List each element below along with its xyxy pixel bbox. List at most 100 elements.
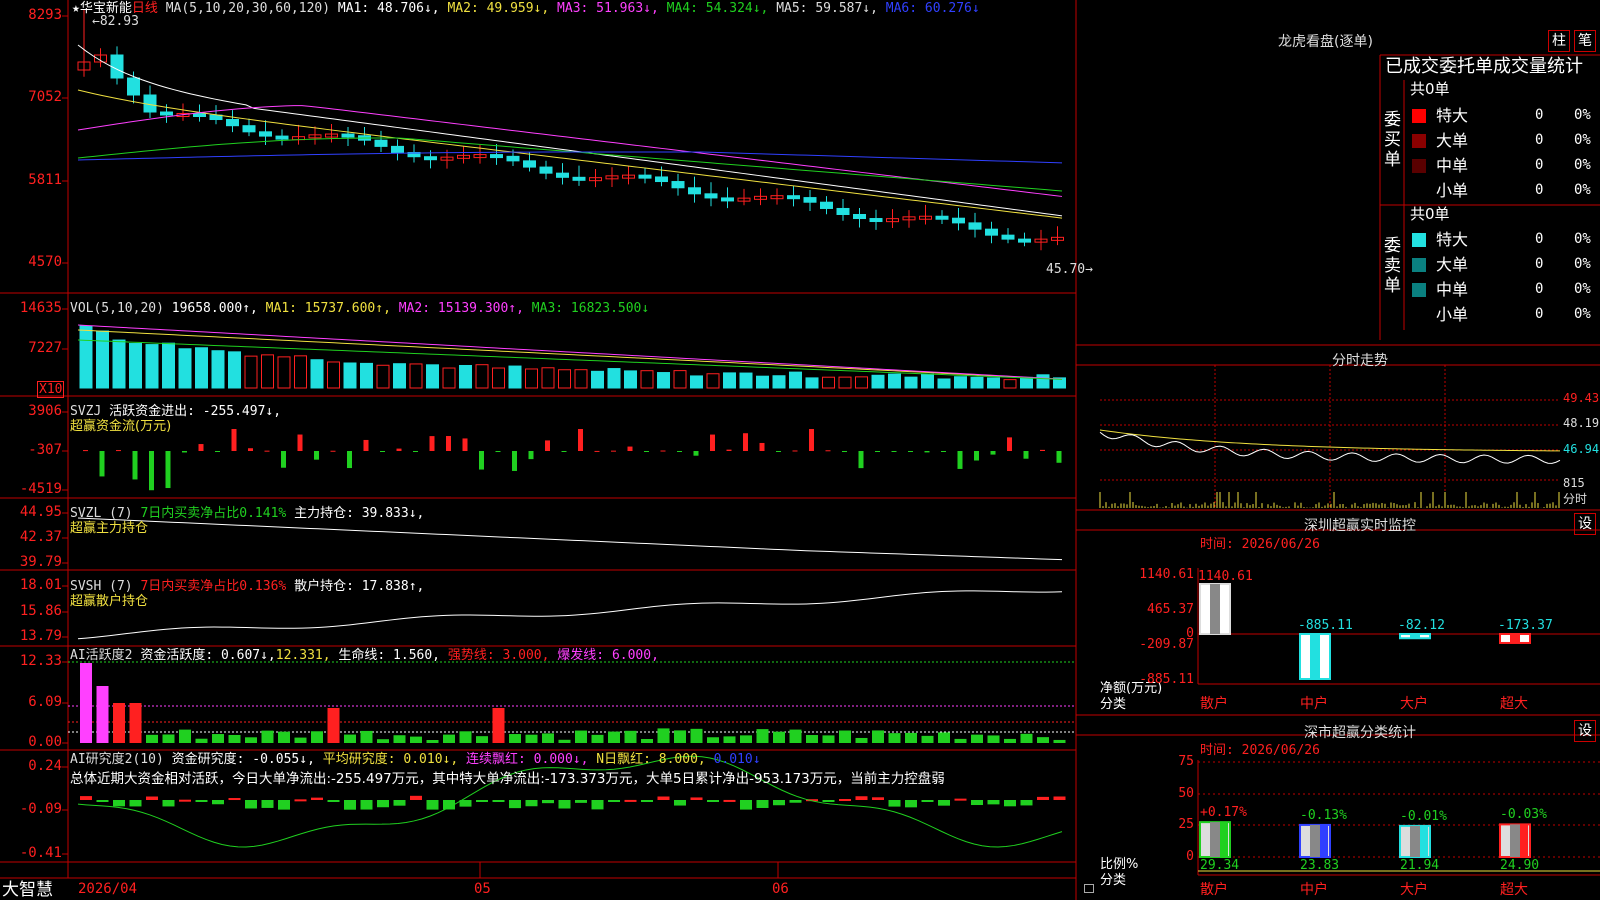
svzj-bar: [743, 433, 748, 451]
volume-bar: [327, 361, 340, 389]
svzj-bar: [1023, 451, 1029, 459]
y-tick-label: 42.37: [19, 529, 62, 545]
candle-body: [721, 197, 734, 202]
sell-row-pct: 0%: [1574, 256, 1591, 272]
candle-body: [655, 176, 668, 183]
candle-body: [374, 139, 388, 147]
ai1-bar: [492, 708, 505, 743]
svzj-bar: [809, 429, 814, 451]
ai2-bar: [525, 800, 538, 807]
monitor-xlabel: 分类: [1100, 697, 1127, 712]
ai2-bar: [657, 796, 670, 800]
app-name: 大智慧: [2, 880, 53, 900]
ai1-bar: [377, 739, 389, 743]
ma1-line: [77, 44, 1063, 217]
monitor-bar-label: -82.12: [1398, 618, 1445, 633]
ai1-act: 资金活跃度: 0.607↓,: [140, 648, 276, 663]
ma3-line: [77, 105, 1063, 197]
stats-y-tick: 0: [1186, 849, 1194, 864]
y-tick-label: 7052: [28, 89, 62, 105]
volume-bar: [442, 367, 456, 389]
star-icon[interactable]: ★: [72, 1, 80, 16]
svzj-bar: [710, 434, 715, 451]
ma6-value: MA6: 60.276↓: [885, 1, 980, 16]
sell-row-count: 0: [1535, 256, 1544, 272]
svzj-bar: [495, 451, 501, 453]
y-tick-label: 44.95: [19, 504, 62, 520]
ai1-bar: [162, 734, 175, 743]
monitor-bar-inner: [1210, 584, 1220, 634]
lock-icon[interactable]: [1084, 884, 1094, 893]
svzj-bar: [429, 436, 435, 451]
vol-name: VOL(5,10,20): [70, 301, 164, 316]
stats-change: -0.13%: [1300, 807, 1347, 823]
svzj-bar: [875, 451, 880, 452]
svzj-bar: [132, 451, 138, 480]
stats-bar-accent: [1420, 825, 1428, 857]
y-tick-label: 15.86: [19, 603, 62, 619]
ai2-bar: [542, 800, 554, 804]
volume-group: [79, 325, 1066, 389]
ai1-v2: 12.331,: [275, 648, 331, 663]
ai1-bar: [971, 734, 983, 743]
y-tick-label: 18.01: [19, 577, 62, 593]
stats-settings-button[interactable]: 设: [1574, 720, 1596, 742]
ai1-bar: [212, 734, 224, 743]
svzj-group: [83, 429, 1062, 491]
volume-bar: [789, 371, 802, 389]
ai1-bar: [608, 731, 620, 743]
volume-bar: [426, 364, 439, 389]
ai2-group: [80, 795, 1066, 810]
tick-mode-button[interactable]: 笔: [1574, 30, 1596, 52]
ma3-value: MA3: 51.963↓,: [557, 1, 659, 16]
ai1-bar: [740, 735, 752, 743]
svzj-bar: [446, 436, 451, 451]
volume-bar: [772, 375, 786, 389]
monitor-category: 超大: [1500, 696, 1528, 712]
ai1-bar: [789, 729, 802, 743]
ai2-bar: [773, 800, 785, 806]
volume-bar: [310, 359, 324, 389]
ai1-bar: [674, 730, 686, 743]
ai1-bar: [195, 738, 208, 743]
fenshi-vol-unit: 分时: [1563, 492, 1588, 506]
buy-row-name: 小单: [1436, 181, 1469, 200]
y-tick-label: -307: [28, 442, 62, 458]
ai1-bar: [690, 728, 703, 743]
x-date-2: 05: [474, 881, 491, 897]
ai2-avg: 平均研究度: 0.010↓,: [322, 752, 459, 767]
volume-bar: [937, 378, 951, 389]
ai2-bar: [245, 800, 257, 809]
ai1-bar: [707, 737, 719, 743]
svzj-bar: [693, 451, 699, 456]
volume-bar: [195, 347, 208, 389]
svzj-bar: [990, 451, 996, 455]
volume-bar: [805, 377, 819, 389]
candle-body: [803, 197, 817, 203]
ai1-bar: [459, 731, 472, 743]
bar-mode-button[interactable]: 柱: [1548, 30, 1570, 52]
ai2-bar: [624, 799, 637, 802]
fenshi-group: [1099, 365, 1561, 508]
volume-bar: [574, 369, 588, 389]
volume-bar: [871, 374, 885, 389]
candle-body: [424, 156, 437, 161]
volume-bar: [459, 364, 472, 389]
ai2-bar: [1020, 800, 1033, 806]
fenshi-y1: 49.43: [1563, 391, 1600, 405]
ma2-value: MA2: 49.959↓,: [447, 1, 550, 16]
ai1-bar: [179, 729, 191, 743]
ai1-bar: [905, 732, 917, 743]
volume-bar: [756, 375, 769, 389]
candle-body: [836, 207, 850, 215]
volume-bar: [277, 356, 291, 389]
svzj-bar: [248, 448, 253, 451]
candle-body: [341, 133, 355, 138]
ai1-name: AI活跃度2: [70, 648, 133, 663]
candle-body: [935, 215, 949, 220]
y-tick-label: 6.09: [28, 694, 62, 710]
ai2-bar: [146, 796, 158, 800]
svsh-hold: 散户持仓: 17.838↑,: [294, 579, 425, 594]
monitor-settings-button[interactable]: 设: [1574, 513, 1596, 535]
ai1-bar: [393, 735, 406, 743]
